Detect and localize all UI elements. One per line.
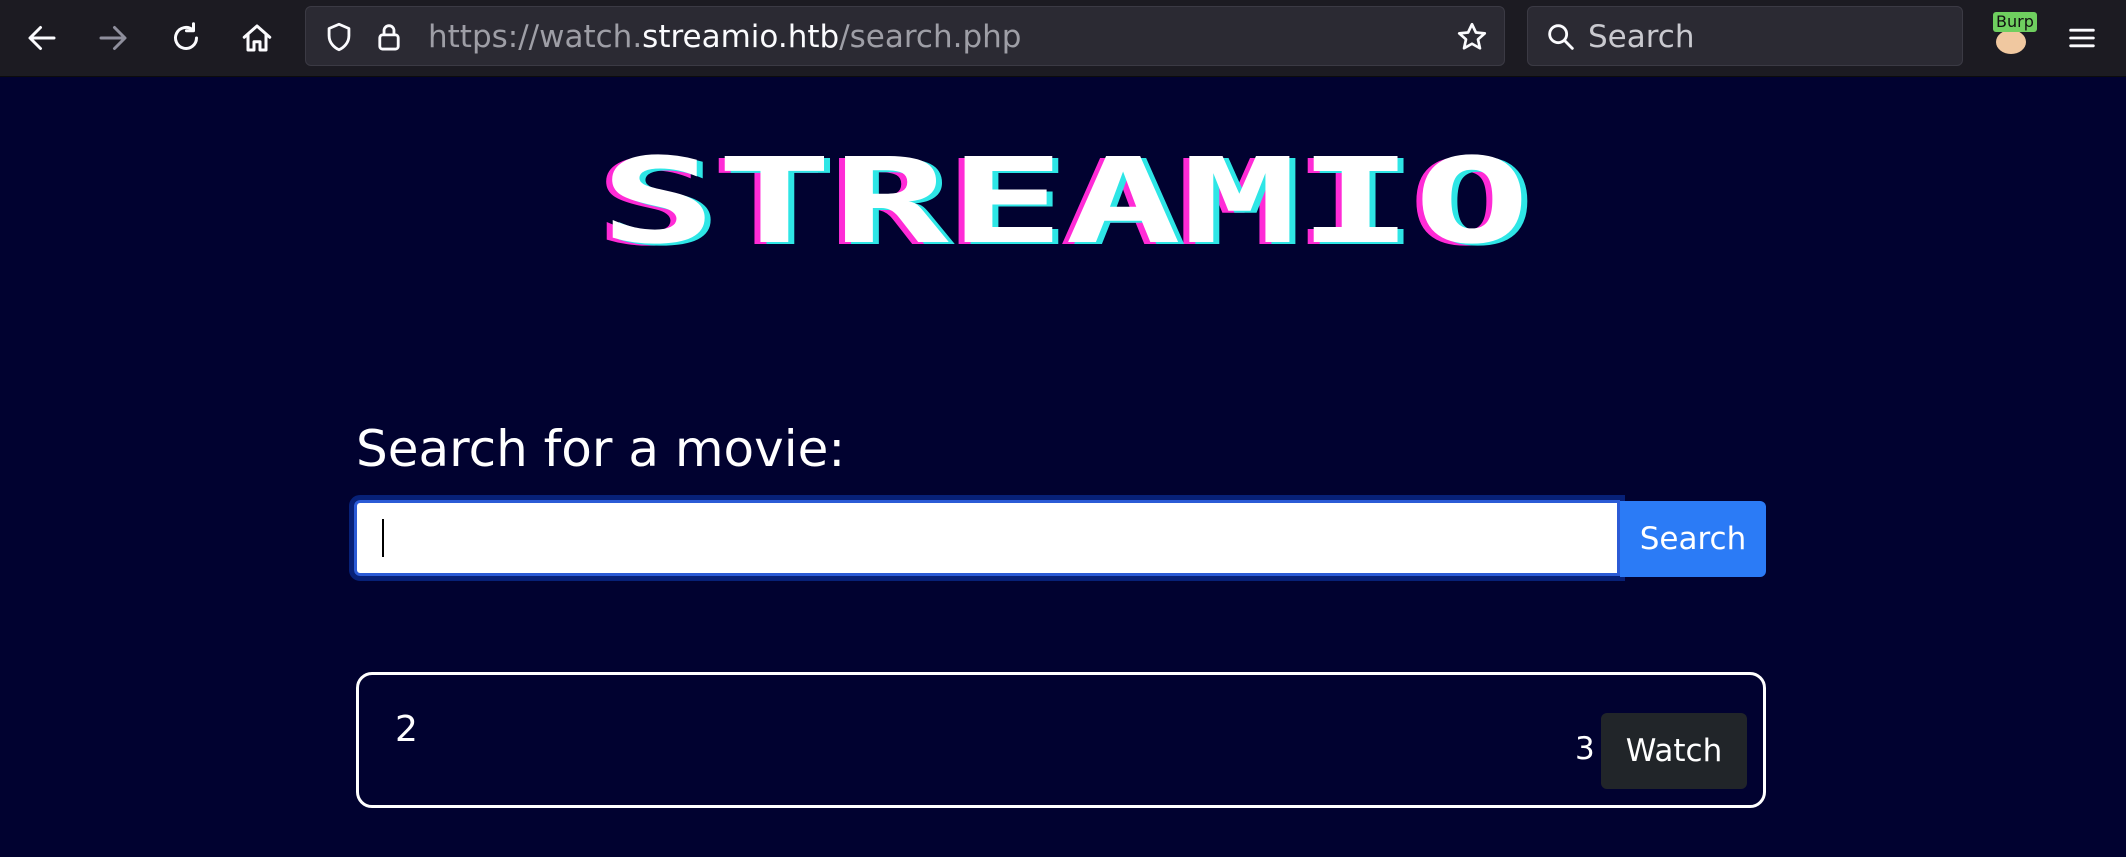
movie-search-input[interactable] xyxy=(349,495,1625,581)
address-bar[interactable]: https://watch.streamio.htb/search.php xyxy=(305,6,1505,66)
burp-extension-button[interactable]: Burp xyxy=(1990,12,2037,56)
bookmark-star-icon[interactable] xyxy=(1454,19,1490,55)
home-button[interactable] xyxy=(237,18,277,58)
forward-arrow-icon xyxy=(99,26,127,50)
search-label: Search for a movie: xyxy=(356,420,846,478)
browser-search-bar[interactable]: Search xyxy=(1527,6,1963,66)
reload-icon xyxy=(174,22,198,50)
lock-icon xyxy=(378,24,400,51)
search-button[interactable]: Search xyxy=(1620,501,1766,577)
home-icon xyxy=(242,24,272,52)
site-logo: STREAMIO STREAMIO STREAMIO xyxy=(594,148,1536,256)
back-arrow-icon xyxy=(28,26,56,50)
url-host: streamio.htb xyxy=(642,19,840,55)
text-caret xyxy=(382,519,384,557)
watch-button[interactable]: Watch xyxy=(1601,713,1747,789)
hamburger-menu-icon xyxy=(2069,28,2095,48)
url-prefix: https://watch. xyxy=(428,19,643,55)
logo-text: STREAMIO xyxy=(600,148,1530,256)
result-meta: 3 xyxy=(1575,731,1595,767)
browser-toolbar: https://watch.streamio.htb/search.php Se… xyxy=(0,0,2126,77)
shield-icon xyxy=(327,22,351,52)
forward-button[interactable] xyxy=(93,18,133,58)
result-card: 2 3 Watch xyxy=(356,672,1766,808)
burp-extension-icon xyxy=(1996,30,2026,54)
reload-button[interactable] xyxy=(166,18,206,58)
browser-search-placeholder: Search xyxy=(1588,19,1695,55)
back-button[interactable] xyxy=(22,18,62,58)
url-text: https://watch.streamio.htb/search.php xyxy=(428,7,1021,67)
menu-button[interactable] xyxy=(2062,18,2102,58)
search-icon xyxy=(1548,24,1574,50)
burp-badge: Burp xyxy=(1993,12,2037,32)
result-title: 2 xyxy=(395,709,418,750)
url-path: /search.php xyxy=(839,19,1022,55)
